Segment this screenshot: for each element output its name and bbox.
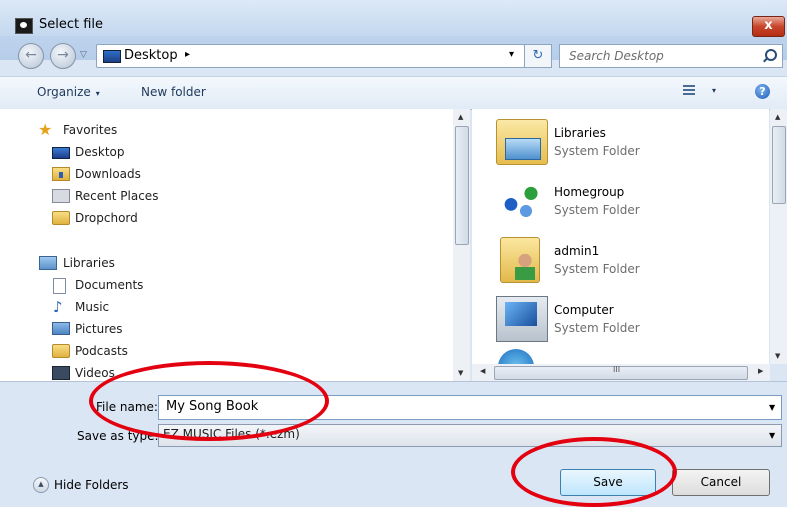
address-dropdown-icon[interactable]: ▾ [509, 49, 514, 60]
save-as-type-label: Save as type: [77, 429, 159, 443]
computer-icon [496, 296, 548, 342]
hide-folders-button[interactable]: Hide Folders [54, 478, 129, 492]
scrollbar-thumb[interactable] [772, 126, 786, 204]
save-as-type-value: EZ MUSIC Files (*.ezm) [163, 427, 300, 441]
command-toolbar: Organize ▾ New folder ▾ ? [0, 76, 787, 110]
forward-button[interactable]: → [50, 43, 76, 69]
back-button[interactable]: ← [18, 43, 44, 69]
chevron-down-icon: ▾ [95, 89, 100, 98]
scrollbar-thumb[interactable]: III [494, 365, 748, 380]
organize-button[interactable]: Organize ▾ [37, 85, 100, 99]
sidebar-item-downloads[interactable]: Downloads [0, 164, 440, 184]
cancel-button[interactable]: Cancel [672, 469, 770, 496]
file-list-horizontal-scrollbar[interactable]: ◀ III ▶ [472, 364, 770, 381]
title-bar: Select file x [0, 0, 787, 37]
navigation-bar: ← → ▽ Desktop ▸ ▾ ↻ Search Desktop [0, 36, 787, 76]
recent-places-icon [52, 189, 70, 203]
libraries-icon [496, 119, 548, 165]
navigation-pane-scrollbar[interactable]: ▲ ▼ [453, 109, 470, 381]
file-name-label: File name: [96, 400, 158, 414]
address-segment-desktop[interactable]: Desktop [124, 48, 178, 63]
libraries-icon [39, 256, 57, 270]
folder-icon [52, 344, 70, 358]
save-form: File name: My Song Book ▼ Save as type: … [0, 381, 787, 507]
search-icon[interactable] [765, 49, 777, 61]
sidebar-item-documents[interactable]: Documents [0, 275, 440, 295]
scroll-left-icon[interactable]: ◀ [480, 367, 485, 375]
file-list-vertical-scrollbar[interactable]: ▲ ▼ [770, 109, 787, 364]
music-note-icon: ♪ [53, 298, 63, 316]
list-item[interactable]: Homegroup System Folder [472, 168, 762, 224]
refresh-button[interactable]: ↻ [524, 44, 552, 68]
help-icon[interactable]: ? [755, 84, 770, 99]
sidebar-item-videos[interactable]: Videos [0, 363, 440, 381]
sidebar-item-recent-places[interactable]: Recent Places [0, 186, 440, 206]
network-icon[interactable] [498, 349, 534, 364]
scroll-up-icon[interactable]: ▲ [458, 113, 463, 121]
save-button[interactable]: Save [560, 469, 656, 496]
scroll-right-icon[interactable]: ▶ [758, 367, 763, 375]
sidebar-item-music[interactable]: ♪ Music [0, 297, 440, 317]
file-name-input[interactable]: My Song Book ▼ [158, 395, 782, 420]
list-item[interactable]: Libraries System Folder [472, 109, 762, 165]
star-icon: ★ [38, 120, 53, 139]
documents-icon [53, 278, 66, 294]
navigation-pane[interactable]: ★ Favorites Desktop Downloads Recent Pla… [0, 109, 453, 381]
window-title: Select file [39, 17, 104, 32]
chevron-up-icon[interactable]: ▲ [33, 477, 49, 493]
sidebar-libraries[interactable]: Libraries [0, 253, 440, 273]
film-icon [52, 366, 70, 380]
app-icon [15, 18, 33, 34]
scroll-down-icon[interactable]: ▼ [775, 352, 780, 360]
file-list[interactable]: Libraries System Folder Homegroup System… [472, 109, 769, 364]
user-folder-icon [500, 237, 540, 283]
address-bar[interactable]: Desktop ▸ ▾ [96, 44, 525, 68]
desktop-icon [103, 50, 121, 63]
change-view-icon[interactable] [683, 85, 695, 97]
desktop-icon [52, 147, 70, 159]
new-folder-button[interactable]: New folder [141, 85, 206, 99]
search-input[interactable]: Search Desktop [559, 44, 783, 68]
scroll-down-icon[interactable]: ▼ [458, 369, 463, 377]
search-placeholder: Search Desktop [569, 49, 664, 63]
save-as-type-select[interactable]: EZ MUSIC Files (*.ezm) ▼ [158, 424, 782, 447]
sidebar-item-podcasts[interactable]: Podcasts [0, 341, 440, 361]
chevron-down-icon[interactable]: ▼ [769, 403, 775, 412]
sidebar-item-pictures[interactable]: Pictures [0, 319, 440, 339]
recent-locations-dropdown[interactable]: ▽ [80, 50, 87, 60]
downloads-icon [52, 167, 70, 181]
pictures-icon [52, 322, 70, 335]
sidebar-item-dropchord[interactable]: Dropchord [0, 208, 440, 228]
scrollbar-thumb[interactable] [455, 126, 469, 245]
chevron-down-icon[interactable]: ▼ [769, 431, 775, 440]
sidebar-favorites[interactable]: ★ Favorites [0, 120, 440, 140]
breadcrumb-arrow-icon[interactable]: ▸ [185, 49, 190, 60]
list-item[interactable]: Computer System Folder [472, 286, 762, 342]
sidebar-item-desktop[interactable]: Desktop [0, 142, 440, 162]
scrollbar-grip: III [613, 365, 621, 374]
list-item[interactable]: admin1 System Folder [472, 227, 762, 283]
select-file-dialog: Select file x ← → ▽ Desktop ▸ ▾ ↻ Search… [0, 0, 787, 507]
homegroup-icon [496, 178, 546, 222]
close-button[interactable]: x [752, 16, 785, 37]
scroll-up-icon[interactable]: ▲ [775, 113, 780, 121]
file-name-value: My Song Book [166, 399, 259, 414]
view-dropdown-icon[interactable]: ▾ [712, 86, 716, 95]
folder-icon [52, 211, 70, 225]
